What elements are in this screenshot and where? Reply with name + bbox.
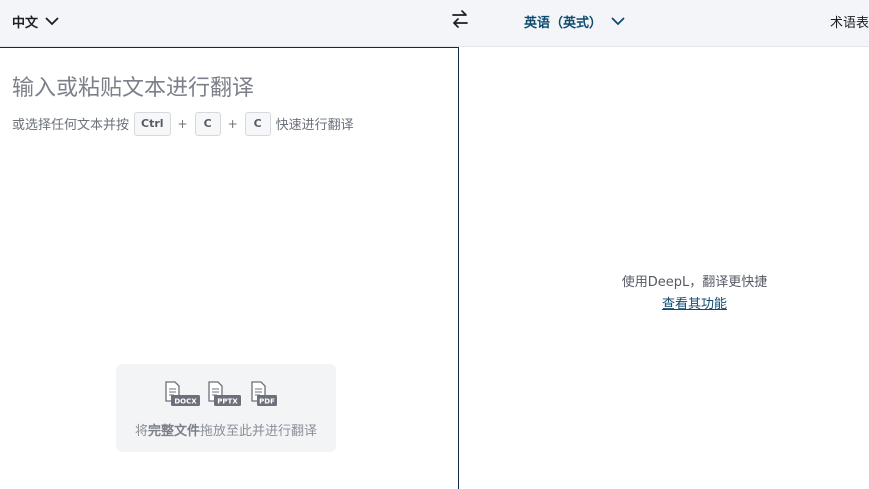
- hint-prefix: 或选择任何文本并按: [12, 118, 130, 133]
- source-text-panel[interactable]: 输入或粘贴文本进行翻译 或选择任何文本并按 Ctrl + C + C 快速进行翻…: [0, 47, 459, 489]
- source-input-placeholder[interactable]: 输入或粘贴文本进行翻译: [12, 70, 254, 102]
- swap-languages-button[interactable]: [448, 9, 472, 33]
- plus-sign: +: [177, 116, 188, 131]
- target-text-panel: 使用DeepL，翻译更快捷 查看其功能: [460, 47, 869, 489]
- target-language-selector[interactable]: 英语（英式）: [524, 10, 626, 32]
- promo-text: 使用DeepL，翻译更快捷: [621, 275, 768, 290]
- glossary-button[interactable]: 术语表: [830, 12, 869, 31]
- pdf-file-icon: PDF: [250, 381, 284, 406]
- file-dropzone[interactable]: DOCX PPTX PDF 将完整文件拖放至此并进行翻译: [116, 364, 336, 452]
- dropzone-text-bold: 完整文件: [147, 424, 200, 439]
- dropzone-text-prefix: 将: [134, 424, 148, 439]
- target-language-label: 英语（英式）: [524, 15, 603, 31]
- source-language-label: 中文: [12, 15, 39, 31]
- source-language-selector[interactable]: 中文: [12, 10, 60, 32]
- key-c: C: [244, 111, 271, 136]
- swap-arrows-icon: [450, 9, 470, 33]
- key-c: C: [194, 111, 221, 136]
- hint-suffix: 快速进行翻译: [275, 118, 354, 133]
- view-features-link[interactable]: 查看其功能: [460, 293, 869, 312]
- chevron-down-icon: [44, 13, 60, 29]
- language-bar: 中文 英语（英式） 术语表: [0, 0, 869, 47]
- pptx-label: PPTX: [217, 398, 238, 406]
- dropzone-text-suffix: 拖放至此并进行翻译: [200, 424, 318, 439]
- dropzone-text: 将完整文件拖放至此并进行翻译: [116, 420, 336, 439]
- key-ctrl: Ctrl: [134, 111, 171, 136]
- chevron-down-icon: [610, 13, 626, 29]
- shortcut-hint: 或选择任何文本并按 Ctrl + C + C 快速进行翻译: [12, 111, 354, 136]
- docx-label: DOCX: [174, 398, 197, 406]
- pdf-label: PDF: [259, 398, 275, 406]
- docx-file-icon: DOCX: [164, 381, 200, 406]
- pptx-file-icon: PPTX: [207, 381, 241, 406]
- plus-sign: +: [227, 116, 238, 131]
- file-type-icons: DOCX PPTX PDF: [164, 381, 284, 406]
